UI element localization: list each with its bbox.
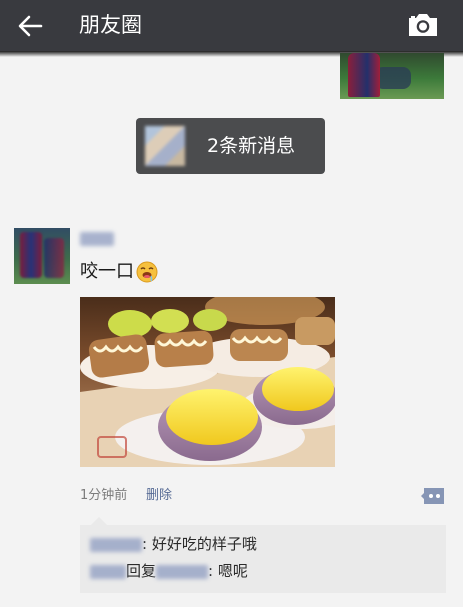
commenter-name-blurred[interactable] bbox=[90, 564, 126, 579]
photo-pastry bbox=[88, 334, 150, 378]
post-photo[interactable] bbox=[80, 297, 335, 467]
post-text-content: 咬一口 bbox=[80, 261, 134, 282]
comment-separator: : bbox=[142, 535, 152, 553]
cover-photo[interactable] bbox=[340, 53, 444, 99]
comment-item[interactable]: : 好好吃的样子哦 bbox=[90, 534, 257, 554]
app-header: 朋友圈 bbox=[0, 0, 463, 51]
photo-yellow-topping bbox=[262, 367, 334, 411]
comments-arrow bbox=[91, 517, 107, 525]
reply-word: 回复 bbox=[126, 562, 157, 580]
avatar-figure bbox=[20, 232, 42, 278]
arrow-left-icon[interactable] bbox=[15, 11, 45, 41]
cover-player bbox=[348, 53, 380, 97]
avatar-figure bbox=[44, 238, 64, 278]
cover-figure bbox=[375, 67, 411, 89]
photo-green-bun bbox=[193, 309, 227, 331]
photo-green-bun bbox=[108, 310, 152, 338]
comment-item[interactable]: 回复: 嗯呢 bbox=[90, 561, 248, 581]
delete-link[interactable]: 删除 bbox=[146, 487, 172, 505]
camera-icon[interactable] bbox=[406, 10, 440, 40]
reply-target-name-blurred[interactable] bbox=[156, 564, 209, 579]
comment-separator: : bbox=[208, 562, 218, 580]
commenter-name-blurred[interactable] bbox=[90, 537, 142, 552]
photo-green-bun bbox=[151, 309, 189, 333]
notification-avatar bbox=[145, 126, 185, 166]
page-title: 朋友圈 bbox=[79, 13, 142, 37]
drooling-face-emoji-icon bbox=[136, 261, 158, 283]
post-time: 1分钟前 bbox=[80, 488, 128, 503]
photo-pastry bbox=[295, 317, 335, 345]
comment-icon[interactable] bbox=[420, 486, 446, 506]
post-author-name-blurred[interactable] bbox=[80, 232, 114, 246]
new-messages-label: 2条新消息 bbox=[207, 135, 296, 157]
post-text: 咬一口 bbox=[80, 261, 158, 283]
photo-pastry bbox=[154, 330, 214, 368]
comment-text: 嗯呢 bbox=[217, 562, 248, 580]
post-author-avatar[interactable] bbox=[14, 228, 70, 284]
photo-pastry bbox=[230, 329, 288, 361]
new-messages-button[interactable]: 2条新消息 bbox=[136, 118, 325, 174]
photo-yellow-topping bbox=[166, 389, 258, 445]
comment-text: 好好吃的样子哦 bbox=[151, 535, 257, 553]
